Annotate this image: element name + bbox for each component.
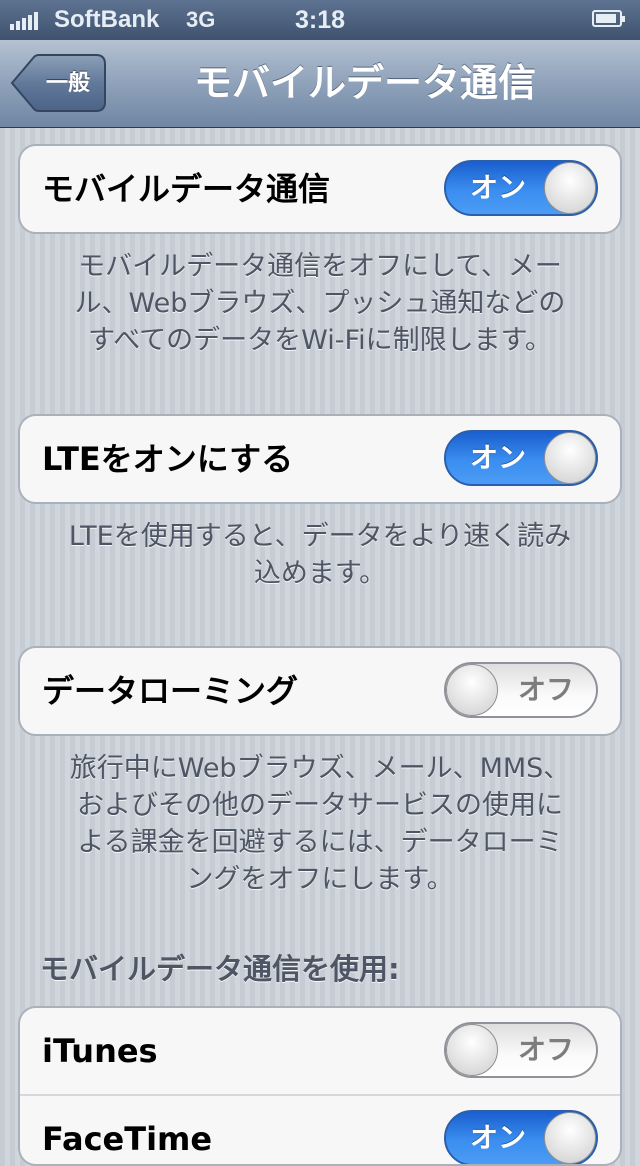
facetime-toggle[interactable]: オン [444,1110,598,1164]
toggle-knob [446,1024,498,1076]
toggle-knob [544,1112,596,1164]
status-bar: SoftBank 3G 3:18 [0,0,640,40]
toggle-knob [544,162,596,214]
app-label-itunes: iTunes [42,1032,158,1070]
battery-icon [592,10,625,27]
back-button[interactable]: 一般 [10,54,106,112]
settings-group-cellular: モバイルデータ通信 オン [18,144,622,234]
settings-group-apps: iTunes オフ FaceTime オン [18,1006,622,1166]
page-title: モバイルデータ通信 [193,61,536,105]
itunes-toggle[interactable]: オフ [444,1022,598,1078]
data-roaming-footer: 旅行中にWebブラウズ、メール、MMS、 およびその他のデータサービスの使用に … [69,753,571,895]
toggle-state: オフ [517,1034,574,1065]
back-button-label: 一般 [45,70,90,95]
lte-cell: LTEをオンにする オン [20,416,620,502]
data-roaming-label: データローミング [42,672,299,710]
lte-toggle[interactable]: オン [444,430,598,486]
app-cell-itunes: iTunes オフ [20,1008,620,1094]
navigation-bar: 一般 モバイルデータ通信 [0,40,640,128]
toggle-knob [544,432,596,484]
status-time: 3:18 [294,6,346,34]
toggle-state: オン [470,1122,527,1153]
cellular-data-cell: モバイルデータ通信 オン [20,146,620,232]
lte-footer: LTEを使用すると、データをより速く読み 込めます。 [68,521,572,589]
settings-group-roaming: データローミング オフ [18,646,622,736]
app-cell-facetime: FaceTime オン [20,1094,620,1164]
data-roaming-cell: データローミング オフ [20,648,620,734]
app-label-facetime: FaceTime [42,1120,213,1158]
data-roaming-toggle[interactable]: オフ [444,662,598,718]
toggle-state: オフ [517,674,574,705]
cellular-data-toggle[interactable]: オン [444,160,598,216]
cellular-data-footer: モバイルデータ通信をオフにして、メー ル、Webブラウズ、プッシュ通知などの す… [74,251,566,356]
toggle-state: オン [470,172,527,203]
cellular-data-label: モバイルデータ通信 [42,170,331,208]
settings-group-lte: LTEをオンにする オン [18,414,622,504]
apps-section-header: モバイルデータ通信を使用: [40,952,400,986]
toggle-state: オン [470,442,527,473]
lte-label: LTEをオンにする [42,440,294,478]
toggle-knob [446,664,498,716]
